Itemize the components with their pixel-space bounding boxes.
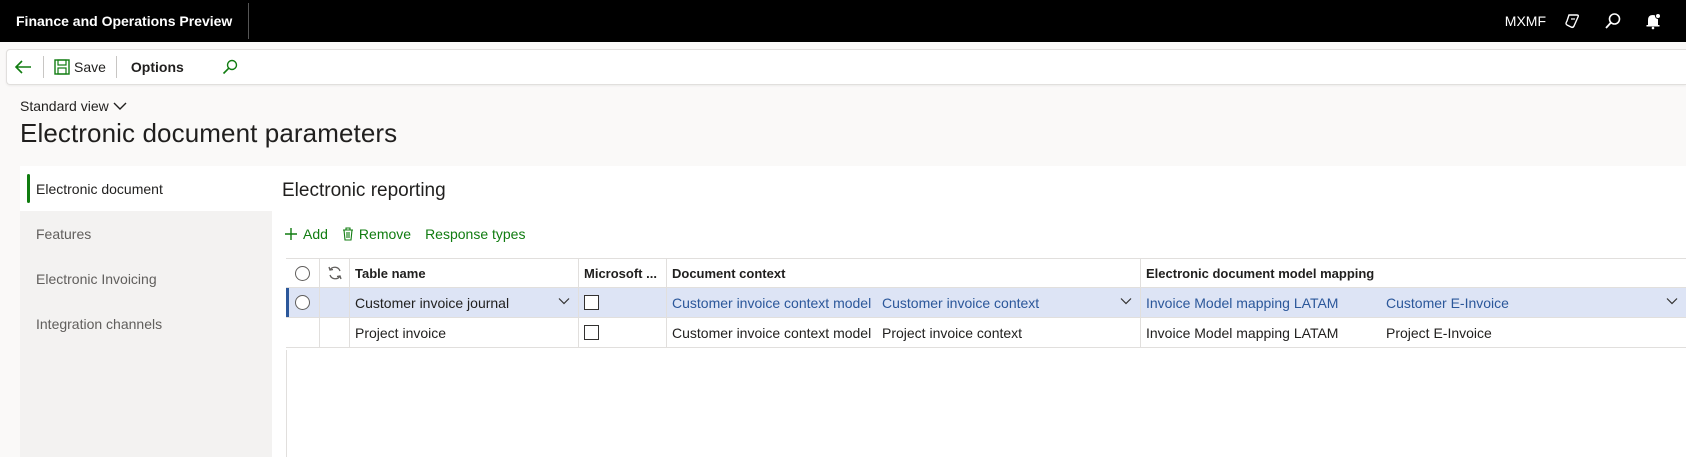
remove-label: Remove (358, 226, 412, 242)
notification-icon[interactable] (1640, 8, 1666, 34)
table-row[interactable]: Project invoice Customer invoice context… (286, 318, 1686, 348)
search-icon (222, 59, 238, 75)
top-navigation-bar: Finance and Operations Preview MXMF (0, 0, 1686, 42)
view-label: Standard view (20, 98, 109, 114)
trash-icon (342, 227, 353, 241)
remove-button[interactable]: Remove (342, 226, 411, 242)
context-model-link[interactable]: Customer invoice context model (672, 295, 871, 311)
electronic-reporting-grid: Table name Microsoft ... Document contex… (286, 258, 1686, 348)
column-header-table-name[interactable]: Table name (350, 259, 579, 287)
table-name-cell[interactable]: Project invoice (350, 318, 579, 347)
nav-tab-integration-channels[interactable]: Integration channels (20, 301, 272, 346)
refresh-icon (327, 266, 342, 280)
context-link[interactable]: Customer invoice context (882, 295, 1039, 311)
copilot-icon[interactable] (1560, 8, 1586, 34)
context-value: Project invoice context (882, 324, 1023, 341)
row-radio[interactable] (295, 295, 310, 310)
chevron-down-icon[interactable] (1120, 296, 1132, 306)
page-title: Electronic document parameters (20, 118, 398, 148)
grid-header-row: Table name Microsoft ... Document contex… (286, 259, 1686, 288)
select-all-column[interactable] (286, 259, 320, 287)
content-area: Electronic reporting Add Remove Response… (272, 166, 1686, 457)
plus-icon (285, 228, 297, 240)
context-model-value: Customer invoice context model (672, 324, 872, 341)
model-mapping-cell[interactable]: Invoice Model mapping LATAM Project E-In… (1141, 318, 1686, 347)
row-status (320, 318, 350, 347)
column-header-document-context[interactable]: Document context (667, 259, 1141, 287)
microsoft-cell[interactable] (579, 288, 667, 317)
chevron-down-icon[interactable] (558, 296, 570, 306)
divider (115, 56, 117, 78)
options-tab[interactable]: Options (121, 59, 194, 75)
table-row[interactable]: Customer invoice journal Customer invoic… (286, 288, 1686, 318)
back-button[interactable] (7, 50, 39, 84)
save-icon (54, 59, 70, 75)
microsoft-cell[interactable] (579, 318, 667, 347)
tab-navigation: Electronic document Features Electronic … (20, 166, 272, 457)
select-all-radio[interactable] (295, 265, 310, 281)
nav-tab-electronic-invoicing[interactable]: Electronic Invoicing (20, 256, 272, 301)
mapping-link[interactable]: Invoice Model mapping LATAM (1146, 295, 1338, 311)
mapping-value: Invoice Model mapping LATAM (1146, 324, 1339, 341)
document-context-cell[interactable]: Customer invoice context model Customer … (667, 288, 1141, 317)
save-label: Save (74, 59, 106, 75)
chevron-down-icon (113, 102, 127, 110)
row-select[interactable] (286, 318, 320, 347)
model-mapping-cell[interactable]: Invoice Model mapping LATAM Customer E-I… (1141, 288, 1686, 317)
row-select[interactable] (286, 288, 320, 317)
action-pane: Save Options (6, 49, 1686, 85)
save-button[interactable]: Save (48, 50, 112, 84)
document-context-cell[interactable]: Customer invoice context model Project i… (667, 318, 1141, 347)
company-picker[interactable]: MXMF (1505, 13, 1546, 29)
add-label: Add (303, 226, 328, 242)
refresh-column[interactable] (320, 259, 350, 287)
table-name-value: Customer invoice journal (355, 294, 510, 311)
nav-tab-features[interactable]: Features (20, 211, 272, 256)
table-name-cell[interactable]: Customer invoice journal (350, 288, 579, 317)
search-icon[interactable] (1600, 8, 1626, 34)
response-types-button[interactable]: Response types (425, 226, 525, 242)
grid-toolbar: Add Remove Response types (284, 226, 525, 242)
microsoft-checkbox[interactable] (584, 325, 599, 340)
mapping-definition-value: Project E-Invoice (1386, 324, 1492, 341)
back-icon (14, 60, 31, 74)
chevron-down-icon[interactable] (1666, 296, 1678, 306)
grid-left-border (286, 350, 287, 457)
app-title[interactable]: Finance and Operations Preview (0, 3, 250, 39)
view-selector[interactable]: Standard view (20, 98, 127, 114)
column-header-microsoft[interactable]: Microsoft ... (579, 259, 667, 287)
nav-tab-electronic-document[interactable]: Electronic document (20, 166, 272, 211)
microsoft-checkbox[interactable] (584, 295, 599, 310)
divider (43, 56, 44, 78)
column-header-model-mapping[interactable]: Electronic document model mapping (1141, 259, 1686, 287)
mapping-definition-link[interactable]: Customer E-Invoice (1386, 295, 1509, 311)
add-button[interactable]: Add (284, 226, 328, 242)
table-name-value: Project invoice (355, 324, 447, 341)
action-search-button[interactable] (216, 50, 244, 84)
row-status (320, 288, 350, 317)
section-title: Electronic reporting (282, 180, 446, 201)
